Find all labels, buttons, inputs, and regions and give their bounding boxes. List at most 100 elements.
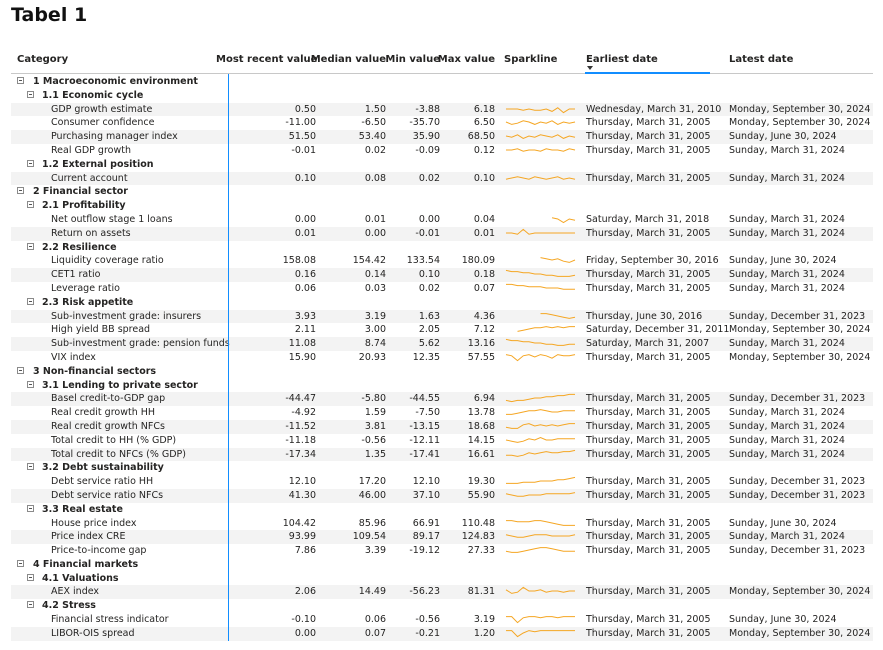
collapse-toggle-icon[interactable]	[17, 559, 24, 567]
sparkline-chart	[505, 354, 576, 362]
max-value-cell: 124.83	[461, 531, 495, 543]
earliest-date-cell: Thursday, March 31, 2005	[586, 614, 711, 626]
max-value-cell: 6.18	[473, 103, 495, 115]
min-value-cell: 12.10	[412, 476, 440, 488]
latest-date-cell: Monday, September 30, 2024	[729, 586, 871, 598]
group-label: 1.1 Economic cycle	[42, 89, 144, 101]
sparkline-line	[505, 519, 576, 526]
median-value-cell: 0.14	[364, 269, 386, 281]
max-value-cell: 68.50	[467, 131, 495, 143]
group-label: 3.3 Real estate	[42, 503, 123, 515]
group-label: 3 Non-financial sectors	[33, 365, 157, 377]
column-header-latest-date[interactable]: Latest date	[729, 54, 793, 65]
max-value-cell: 6.50	[473, 117, 495, 129]
collapse-toggle-icon[interactable]	[27, 504, 34, 512]
metric-label: Leverage ratio	[51, 282, 120, 294]
collapse-toggle-icon[interactable]	[27, 297, 34, 305]
metric-label: Debt service ratio HH	[51, 476, 154, 488]
earliest-date-cell: Thursday, March 31, 2005	[586, 351, 711, 363]
column-header-max-value[interactable]: Max value	[435, 54, 495, 65]
max-value-cell: 0.07	[473, 282, 495, 294]
min-value-cell: -0.09	[415, 144, 440, 156]
column-header-category[interactable]: Category	[17, 54, 68, 65]
earliest-date-cell: Thursday, March 31, 2005	[586, 131, 711, 143]
collapse-toggle-icon[interactable]	[27, 90, 34, 98]
max-value-cell: 14.15	[467, 434, 495, 446]
latest-date-cell: Sunday, December 31, 2023	[729, 476, 866, 488]
collapse-toggle-icon[interactable]	[27, 573, 34, 581]
table-row: Leverage ratio 0.06 0.03 0.02 0.07 Thursday, …	[0, 282, 883, 296]
sparkline-line	[505, 134, 576, 140]
column-header-most-recent-value[interactable]: Most recent value	[216, 54, 317, 65]
collapse-toggle-icon[interactable]	[27, 201, 34, 209]
sparkline-line	[505, 339, 576, 347]
min-value-cell: -56.23	[409, 586, 440, 598]
metric-label: Total credit to NFCs (% GDP)	[51, 448, 186, 460]
group-label: 2 Financial sector	[33, 186, 128, 198]
median-value-cell: 109.54	[352, 531, 386, 543]
median-value-cell: 3.19	[364, 310, 386, 322]
table-row: Return on assets 0.01 0.00 -0.01 0.01 Thursda…	[0, 226, 883, 241]
column-header-median-value[interactable]: Median value	[306, 54, 386, 65]
most-recent-value-cell: 0.50	[294, 103, 316, 115]
sparkline-chart	[540, 257, 576, 264]
sparkline-line	[505, 175, 576, 180]
min-value-cell: 0.00	[418, 213, 440, 225]
column-header-earliest-date[interactable]: Earliest date	[586, 54, 658, 65]
table-row: Sub-investment grade: pension funds 11.08…	[0, 337, 883, 351]
column-header-min-value[interactable]: Min value	[380, 54, 440, 65]
sort-descending-icon[interactable]	[587, 66, 593, 70]
group-label: 4.2 Stress	[42, 600, 96, 612]
collapse-toggle-icon[interactable]	[17, 77, 24, 84]
collapse-toggle-icon[interactable]	[27, 463, 34, 471]
min-value-cell: 1.63	[418, 310, 440, 322]
latest-date-cell: Sunday, June 30, 2024	[729, 614, 837, 626]
table-row: Total credit to NFCs (% GDP) -17.34 1.35 -1…	[0, 447, 883, 462]
collapse-toggle-icon[interactable]	[17, 366, 24, 374]
group-row: 1 Macroeconomic environment	[0, 75, 883, 89]
collapse-toggle-icon[interactable]	[27, 159, 34, 167]
most-recent-value-cell: 158.08	[282, 255, 316, 267]
metric-label: Consumer confidence	[51, 117, 155, 129]
subgroup-row: 3.1 Lending to private sector	[0, 379, 883, 393]
sparkline-chart	[505, 616, 576, 624]
most-recent-value-cell: 0.01	[294, 227, 316, 239]
earliest-date-cell: Thursday, March 31, 2005	[586, 282, 711, 294]
column-header-sparkline[interactable]: Sparkline	[504, 54, 557, 65]
collapse-toggle-icon[interactable]	[27, 601, 34, 609]
table-row: Net outflow stage 1 loans 0.00 0.01 0.00 0.0…	[0, 213, 883, 227]
sparkline-chart	[505, 587, 576, 595]
earliest-date-cell: Thursday, March 31, 2005	[586, 448, 711, 460]
most-recent-value-cell: 2.11	[294, 324, 316, 336]
most-recent-value-cell: 41.30	[288, 489, 316, 501]
max-value-cell: 1.20	[473, 627, 495, 639]
max-value-cell: 0.01	[473, 227, 495, 239]
earliest-date-cell: Thursday, March 31, 2005	[586, 545, 711, 557]
group-row: 3 Non-financial sectors	[0, 365, 883, 379]
max-value-cell: 18.68	[467, 420, 495, 432]
collapse-toggle-icon[interactable]	[27, 380, 34, 388]
table-row: Financial stress indicator -0.10 0.06 -0.56…	[0, 613, 883, 627]
sparkline-chart	[505, 120, 576, 126]
subgroup-row: 2.3 Risk appetite	[0, 296, 883, 310]
max-value-cell: 6.94	[473, 393, 495, 405]
min-value-cell: -7.50	[415, 407, 440, 419]
metric-label: AEX index	[51, 586, 100, 598]
table-row: Consumer confidence -11.00 -6.50 -35.70 6.50…	[0, 116, 883, 130]
median-value-cell: 1.59	[364, 407, 386, 419]
sparkline-chart	[505, 339, 576, 347]
min-value-cell: 12.35	[412, 351, 440, 363]
latest-date-cell: Sunday, March 31, 2024	[729, 172, 845, 184]
max-value-cell: 3.19	[473, 614, 495, 626]
table-row: Current account 0.10 0.08 0.02 0.10 Thursday,…	[0, 171, 883, 186]
collapse-toggle-icon[interactable]	[17, 187, 24, 195]
subgroup-row: 2.2 Resilience	[0, 241, 883, 255]
most-recent-value-cell: -4.92	[291, 407, 316, 419]
sparkline-chart	[505, 228, 576, 235]
metric-label: LIBOR-OIS spread	[51, 627, 135, 639]
most-recent-value-cell: 0.10	[294, 172, 316, 184]
table-row: High yield BB spread 2.11 3.00 2.05 7.12 Satu…	[0, 323, 883, 337]
metric-label: Sub-investment grade: insurers	[51, 310, 202, 322]
min-value-cell: 0.02	[418, 172, 440, 184]
collapse-toggle-icon[interactable]	[27, 242, 34, 250]
